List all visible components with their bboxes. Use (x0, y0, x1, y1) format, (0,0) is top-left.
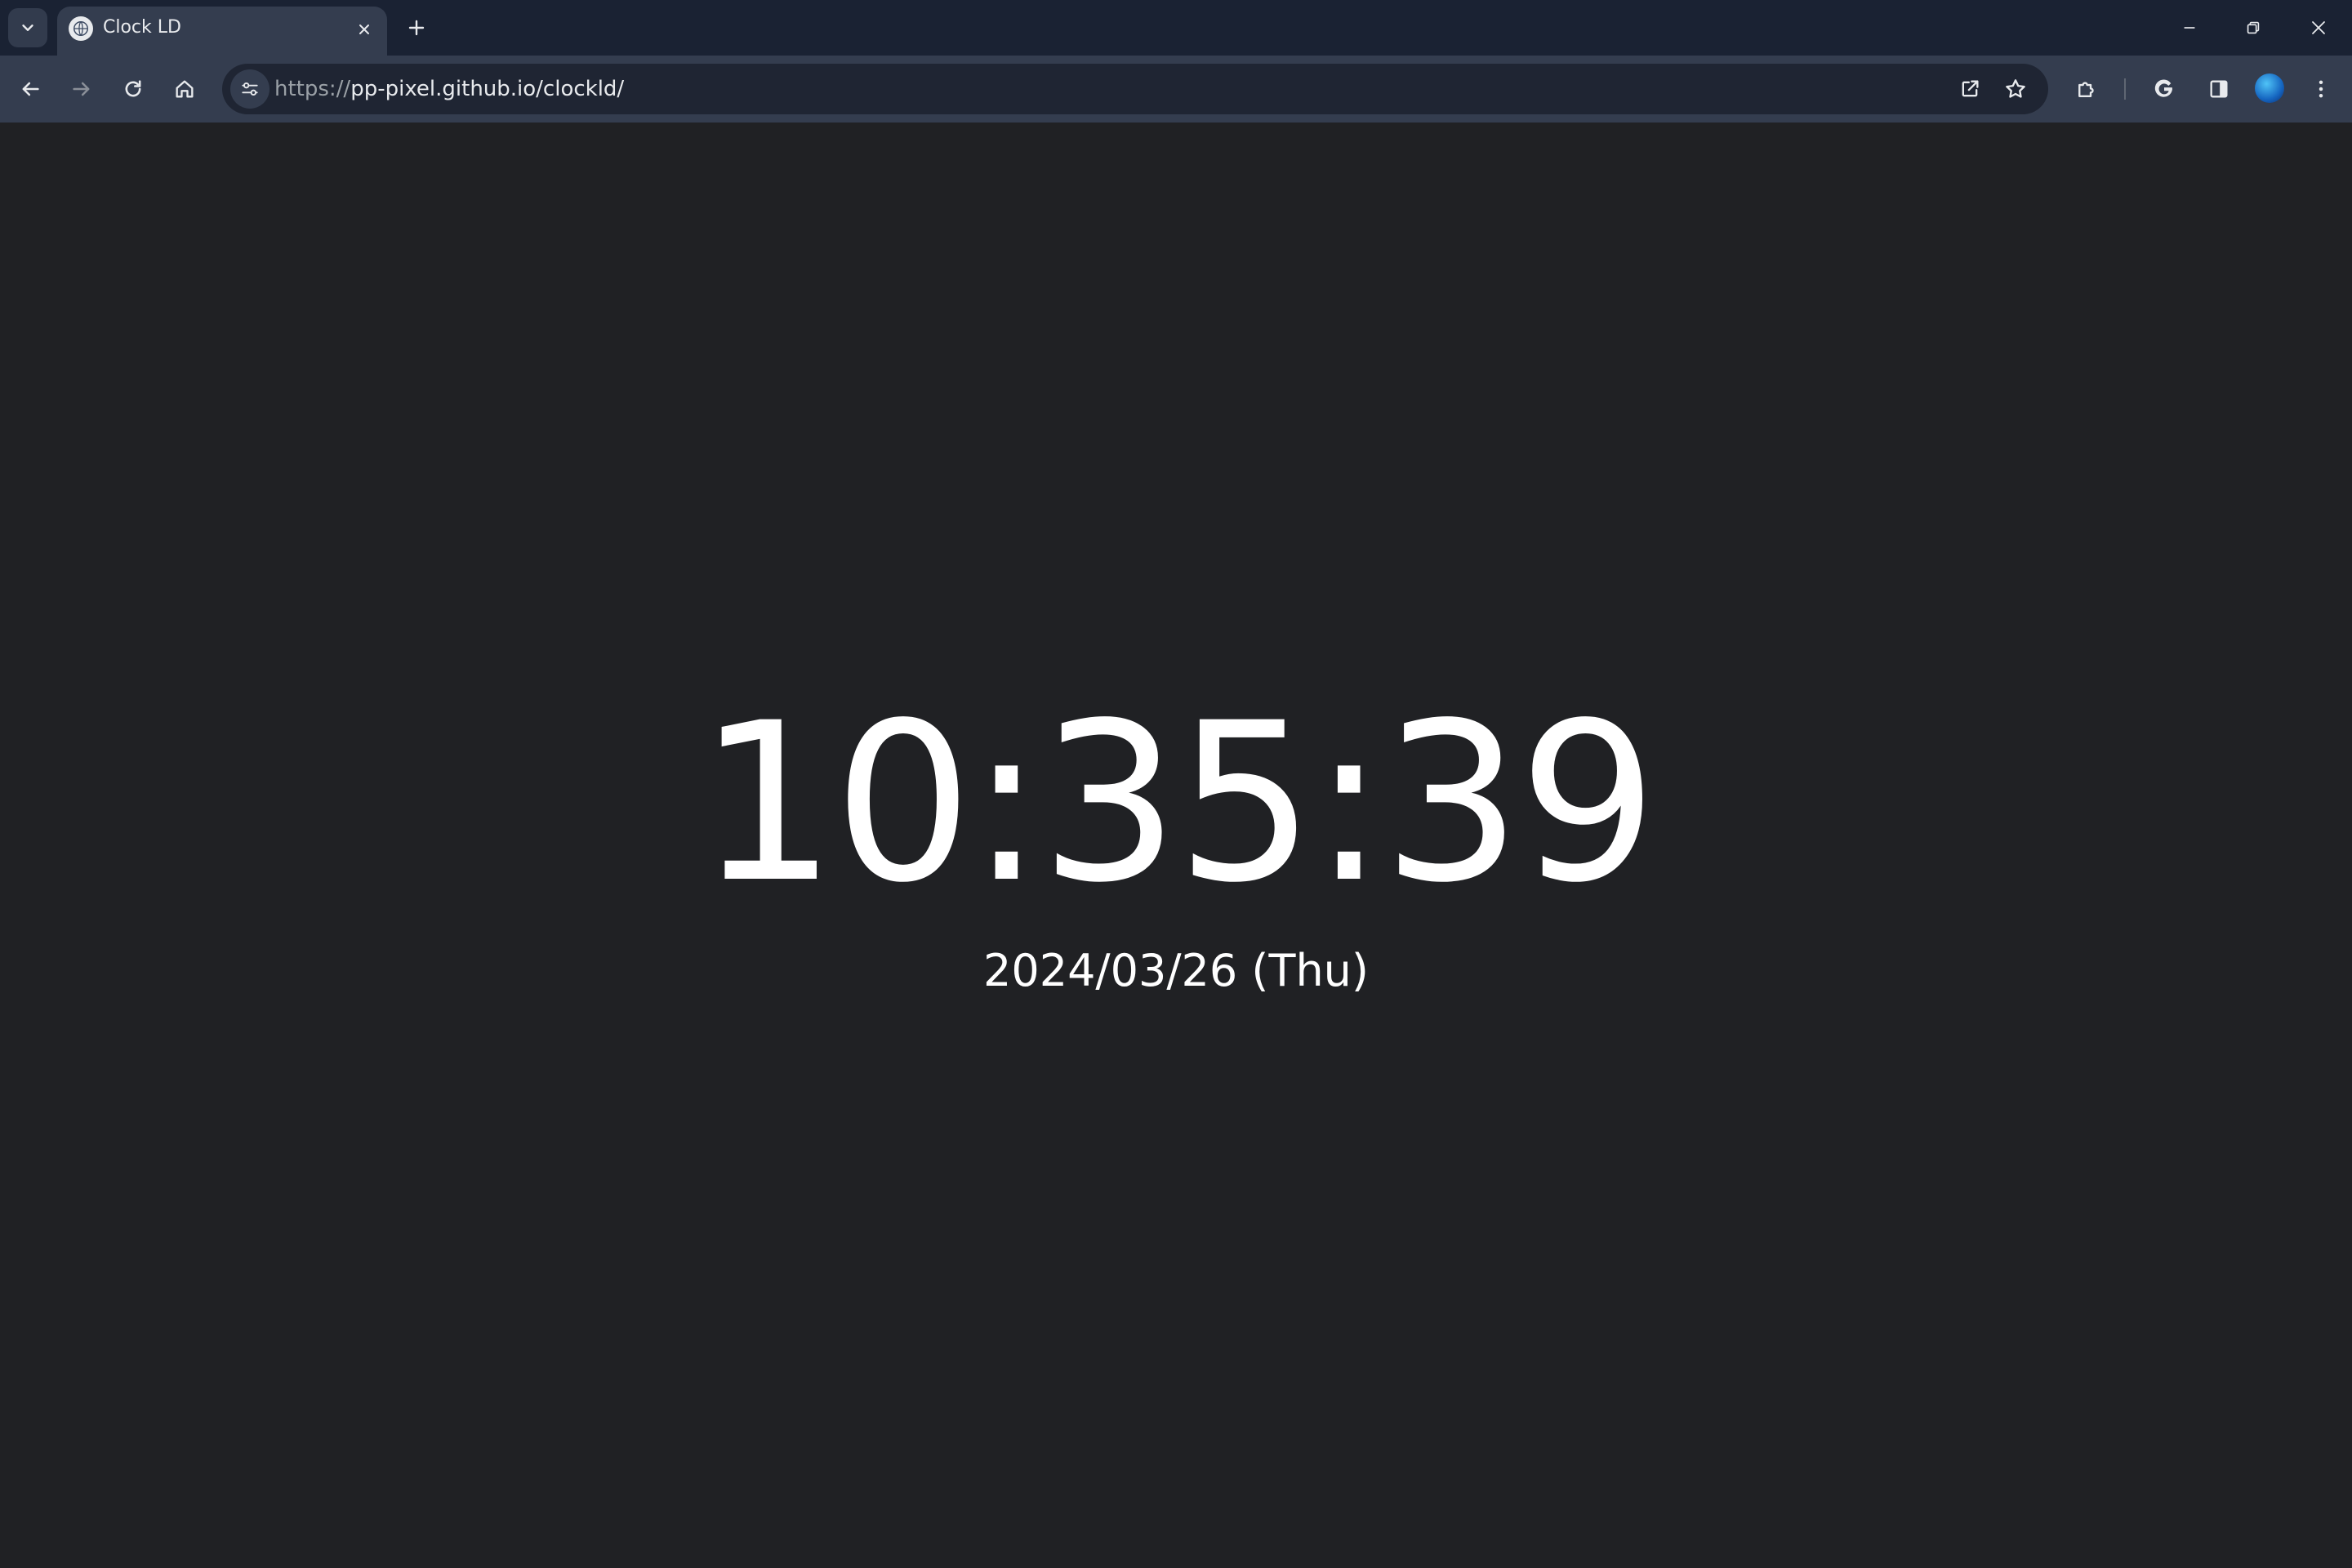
home-button[interactable] (164, 69, 205, 109)
url-scheme: https:// (274, 77, 351, 101)
forward-button[interactable] (61, 69, 102, 109)
tab-clock-ld[interactable]: Clock LD (57, 7, 387, 56)
clock-date: 2024/03/26 (Thu) (983, 945, 1369, 996)
minimize-button[interactable] (2173, 11, 2206, 44)
extensions-button[interactable] (2066, 69, 2107, 109)
puzzle-icon (2074, 77, 2099, 101)
bookmark-button[interactable] (1996, 69, 2035, 109)
close-icon (2309, 18, 2328, 38)
tab-title: Clock LD (103, 17, 181, 38)
star-icon (2003, 77, 2028, 101)
browser-window: Clock LD https://pp-pixel.github.io/cloc… (0, 0, 2352, 1568)
close-window-button[interactable] (2302, 11, 2335, 44)
google-icon (2152, 77, 2176, 101)
url-host-path: pp-pixel.github.io/clockld/ (350, 77, 625, 101)
new-tab-button[interactable] (402, 13, 431, 42)
chevron-down-icon (19, 19, 37, 37)
reload-icon (122, 78, 145, 100)
toolbar-separator (2124, 78, 2126, 100)
plus-icon (407, 18, 426, 38)
side-panel-button[interactable] (2198, 69, 2239, 109)
back-button[interactable] (10, 69, 51, 109)
profile-avatar[interactable] (2255, 74, 2284, 103)
arrow-left-icon (19, 78, 42, 100)
tune-icon (239, 78, 261, 100)
open-in-new-button[interactable] (1950, 69, 1989, 109)
arrow-right-icon (70, 78, 93, 100)
globe-icon (69, 16, 93, 41)
site-info-button[interactable] (230, 69, 270, 109)
close-icon (356, 21, 372, 38)
more-vert-icon (2310, 78, 2332, 100)
google-button[interactable] (2144, 69, 2185, 109)
tab-strip: Clock LD (0, 0, 2352, 56)
url-text[interactable]: https://pp-pixel.github.io/clockld/ (274, 77, 624, 101)
open-in-new-icon (1958, 78, 1981, 100)
home-icon (173, 78, 196, 100)
minimize-icon (2180, 19, 2198, 37)
restore-icon (2244, 19, 2262, 37)
restore-button[interactable] (2237, 11, 2270, 44)
address-bar[interactable]: https://pp-pixel.github.io/clockld/ (222, 64, 2048, 114)
toolbar: https://pp-pixel.github.io/clockld/ (0, 56, 2352, 122)
page-content: 10:35:39 2024/03/26 (Thu) (0, 122, 2352, 1568)
clock-time: 10:35:39 (697, 676, 1658, 931)
tab-close-button[interactable] (351, 16, 377, 42)
tab-search-button[interactable] (8, 8, 47, 47)
menu-button[interactable] (2301, 69, 2341, 109)
side-panel-icon (2207, 78, 2230, 100)
reload-button[interactable] (113, 69, 154, 109)
